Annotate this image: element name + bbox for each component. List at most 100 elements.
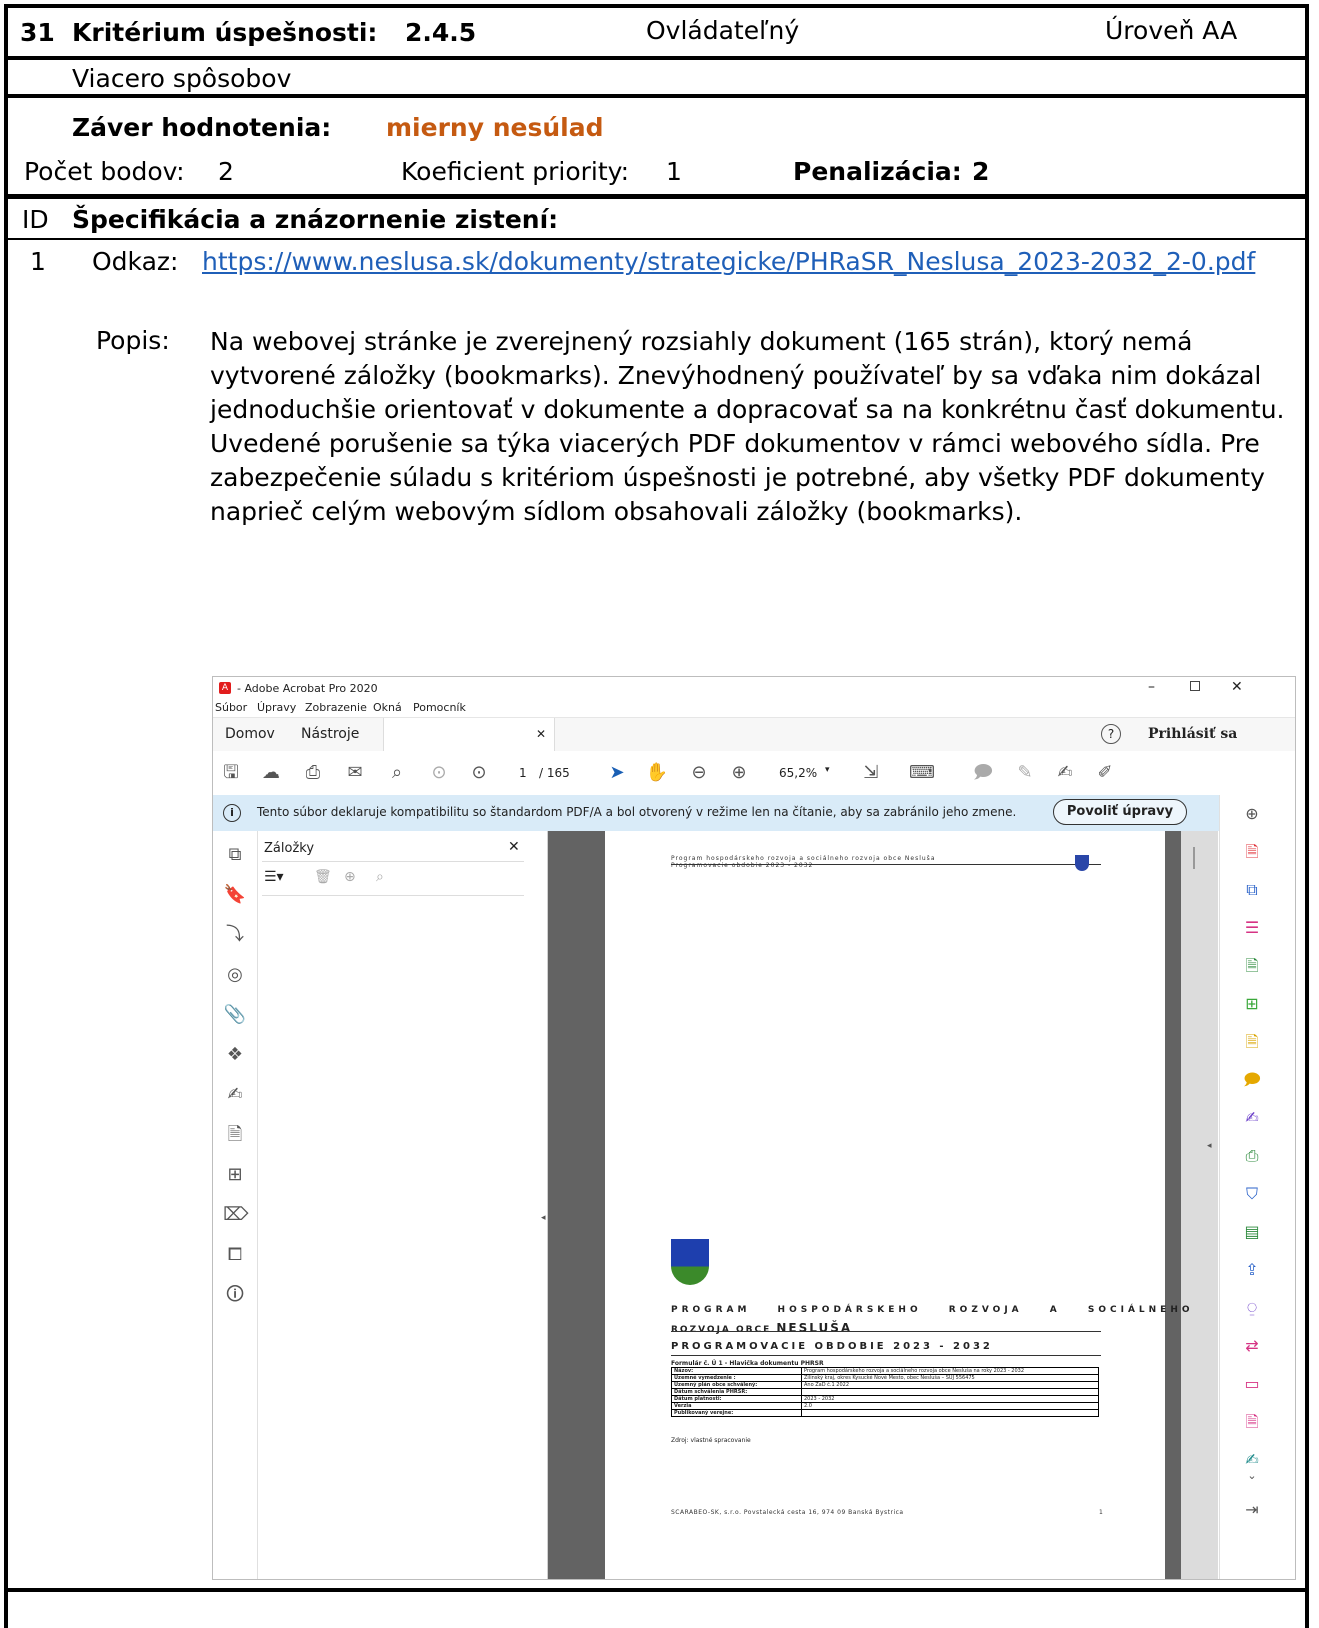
new-bookmark-icon[interactable]: ⊕ [344,869,356,885]
tab-home[interactable]: Domov [225,726,275,742]
form-value: Žilinský kraj, okres Kysucké Nové Mesto,… [801,1374,1099,1382]
compare-files-icon[interactable]: ⇄ [1242,1337,1262,1355]
attachment-icon[interactable]: 📎 [223,1005,247,1025]
menu-item[interactable]: Úpravy [257,701,296,714]
criterion-name: Viacero spôsobov [72,64,292,93]
save-icon[interactable]: 🖫 [219,763,243,783]
tab-document[interactable]: ✕ [383,718,555,752]
create-pdf-icon[interactable]: 🗎 [1242,843,1262,861]
print-icon[interactable]: ⎙ [301,763,325,783]
compare-icon[interactable]: ⊞ [223,1165,247,1185]
next-page-icon[interactable]: ⊙ [467,763,491,783]
points-value: 2 [218,157,234,186]
panel-title: Záložky [264,841,315,856]
tags-icon[interactable]: ⤵ [223,925,247,945]
menu-item[interactable]: Súbor [215,701,247,714]
form-key: Dátum platnosti: [671,1395,802,1403]
page-total: / 165 [539,766,570,780]
enable-editing-button[interactable]: Povoliť úpravy [1053,799,1187,825]
signature-icon[interactable]: ✍ [223,1085,247,1105]
sign-icon[interactable]: ✍ [1053,763,1077,783]
redact-icon[interactable]: 🗎 [1242,1413,1262,1431]
form-table: Názov: Program hospodárskeho rozvoja a so… [671,1367,1099,1417]
bookmarks-panel: Záložky ✕ ☰▾ 🗑 ⊕ ⌕ [258,831,548,1579]
zoom-out-icon[interactable]: ⊖ [687,763,711,783]
chevron-down-icon[interactable]: ▾ [825,765,830,775]
document-info-icon[interactable]: 🛈 [223,1285,247,1305]
close-window-icon[interactable]: ✕ [1231,679,1243,695]
comment-icon[interactable]: 🗩 [971,763,995,783]
target-icon[interactable]: ◎ [223,965,247,985]
criterion-label: Kritérium úspešnosti: [72,18,378,47]
expand-panel-icon[interactable]: ⇥ [1242,1501,1262,1519]
bookmark-icon[interactable]: 🔖 [223,885,247,905]
divider [262,895,524,896]
stamp-icon[interactable]: ⍜ [1242,1299,1262,1317]
conclusion-value: mierny nesúlad [386,113,604,142]
fill-sign-tool-icon[interactable]: ✍ [1242,1109,1262,1127]
edit-icon[interactable]: 🗎 [1242,1033,1262,1051]
zoom-icon[interactable]: ⊕ [1242,805,1262,823]
layers-icon[interactable]: ❖ [223,1045,247,1065]
form-key: Názov: [671,1367,802,1375]
coat-of-arms-icon [1075,855,1089,871]
print-production-icon[interactable]: ⎙ [1242,1147,1262,1165]
measure-icon[interactable]: ▭ [1242,1375,1262,1393]
organize-icon[interactable]: ☰ [1242,919,1262,937]
share-icon[interactable]: ⇪ [1242,1261,1262,1279]
structure-icon[interactable]: ⧠ [223,1245,247,1265]
scrollbar[interactable] [1193,847,1195,869]
menu-item[interactable]: Pomocník [413,701,466,714]
sign-in-link[interactable]: Prihlásiť sa [1148,726,1237,742]
form-key: Dátum schválenia PHRSR: [671,1388,802,1396]
tag-icon[interactable]: ⌦ [223,1205,248,1225]
highlight-icon[interactable]: ✎ [1013,763,1037,783]
prev-page-icon[interactable]: ⊙ [427,763,451,783]
scan-icon[interactable]: ⊞ [1242,995,1262,1013]
divider [4,194,1309,199]
fit-page-icon[interactable]: ⇲ [859,763,883,783]
collapse-right-icon[interactable]: ◂ [1207,1141,1212,1151]
document-icon[interactable]: 🗎 [223,1125,247,1145]
menu-item[interactable]: Zobrazenie [305,701,367,714]
window-title: - Adobe Acrobat Pro 2020 [237,682,378,695]
comment-tool-icon[interactable]: 🗩 [1242,1071,1262,1089]
menu-item[interactable]: Okná [373,701,402,714]
close-panel-icon[interactable]: ✕ [508,839,520,855]
upload-icon[interactable]: ☁ [259,763,283,783]
tab-tools[interactable]: Nástroje [301,726,359,742]
help-icon[interactable]: ? [1101,724,1121,744]
close-tab-icon[interactable]: ✕ [536,727,546,741]
collapse-left-icon[interactable]: ◂ [541,1213,546,1223]
keyboard-icon[interactable]: ⌨ [909,763,935,783]
protect-icon[interactable]: ⛉ [1242,1185,1262,1203]
toolbar: 🖫 ☁ ⎙ ✉ ⌕ ⊙ ⊙ 1 / 165 ➤ ✋ ⊖ ⊕ 65,2% ▾ ⇲ … [213,751,1295,796]
options-icon[interactable]: ☰▾ [264,869,284,885]
coat-of-arms-icon [671,1239,709,1285]
finding-link[interactable]: https://www.neslusa.sk/dokumenty/strateg… [202,247,1255,277]
combine-icon[interactable]: ⧉ [1242,881,1262,899]
priority-value: 1 [666,157,682,186]
zoom-search-icon[interactable]: ⌕ [385,763,409,783]
bookmark-search-icon[interactable]: ⌕ [376,869,384,885]
hand-icon[interactable]: ✋ [645,763,669,783]
email-icon[interactable]: ✉ [343,763,367,783]
page-gutter-left [548,831,605,1579]
export-icon[interactable]: 🗎 [1242,957,1262,975]
penalty-value: 2 [972,157,990,186]
fill-sign-icon[interactable]: ✐ [1093,763,1117,783]
minimize-icon[interactable]: – [1148,679,1155,695]
delete-icon[interactable]: 🗑 [314,869,332,885]
select-cursor-icon[interactable]: ➤ [605,763,629,783]
banner-text: Tento súbor deklaruje kompatibilitu so š… [257,805,1017,819]
page-number-input[interactable]: 1 [519,766,527,780]
chevron-down-icon[interactable]: ⌄ [1242,1467,1262,1485]
zoom-level[interactable]: 65,2% [779,766,817,780]
form-value: 2023 - 2032 [801,1395,1099,1403]
maximize-icon[interactable] [1190,681,1200,691]
menu-bar: Súbor Úpravy Zobrazenie Okná Pomocník [213,701,1295,717]
pages-icon[interactable]: ⧉ [223,845,247,865]
description: Na webovej stránke je zverejnený rozsiah… [210,325,1300,529]
zoom-in-icon[interactable]: ⊕ [727,763,751,783]
rich-media-icon[interactable]: ▤ [1242,1223,1262,1241]
